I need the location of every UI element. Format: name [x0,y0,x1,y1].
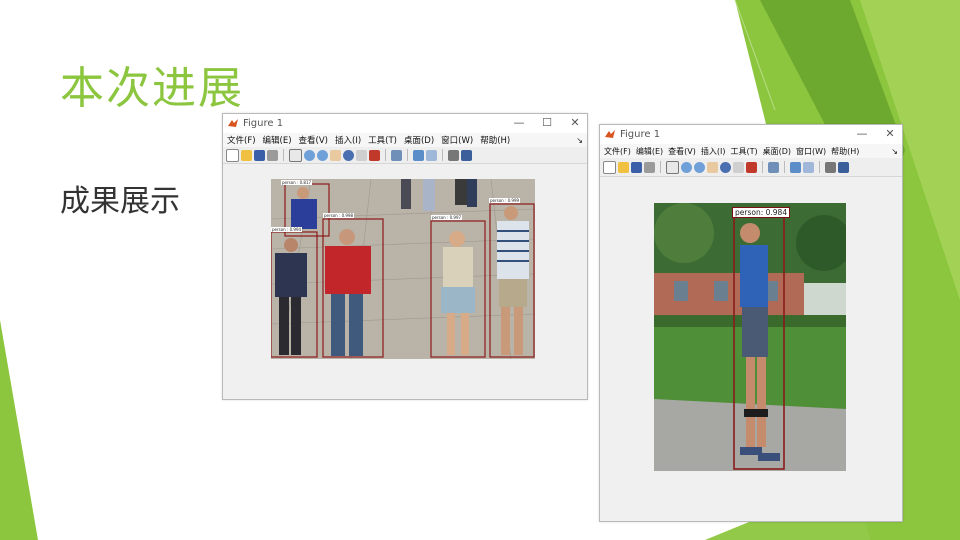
menu-overflow-arrow[interactable]: ↘ [576,136,583,145]
brush-icon[interactable] [369,149,380,161]
toolbar-separator [283,149,284,161]
menu-view[interactable]: 查看(V) [668,146,696,157]
show-plot-tools-icon[interactable] [461,149,472,161]
menu-file[interactable]: 文件(F) [227,134,256,146]
menu-help[interactable]: 帮助(H) [480,134,510,146]
menu-desktop[interactable]: 桌面(D) [404,134,434,146]
toolbar-separator [660,161,661,173]
hide-plot-tools-icon[interactable] [825,161,836,173]
figure-window-1[interactable]: Figure 1 — ☐ ✕ 文件(F) 编辑(E) 查看(V) 插入(I) 工… [222,113,588,400]
window-titlebar[interactable]: Figure 1 — ✕ [600,125,902,144]
figure-window-2[interactable]: Figure 1 — ✕ 文件(F) 编辑(E) 查看(V) 插入(I) 工具(… [599,124,903,522]
matlab-icon [228,119,238,127]
figure-toolbar [600,158,902,177]
deco-triangle-bottom-left [0,320,38,540]
zoom-in-icon[interactable] [681,161,692,173]
detection-label: person : 0.998 [323,213,355,218]
menu-tools[interactable]: 工具(T) [730,146,757,157]
menu-desktop[interactable]: 桌面(D) [763,146,791,157]
pointer-icon[interactable] [666,160,679,174]
close-button[interactable]: ✕ [569,116,581,129]
menu-edit[interactable]: 编辑(E) [263,134,292,146]
zoom-out-icon[interactable] [317,149,328,161]
toolbar-separator [819,161,820,173]
save-icon[interactable] [254,149,265,161]
legend-icon[interactable] [803,161,814,173]
pan-hand-icon[interactable] [707,161,718,173]
pan-hand-icon[interactable] [330,149,341,161]
slide-title: 本次进展 [60,63,244,114]
colorbar-icon[interactable] [790,161,801,173]
maximize-button[interactable]: ☐ [541,116,553,129]
figure-toolbar [223,147,587,164]
menu-window[interactable]: 窗口(W) [441,134,473,146]
data-cursor-icon[interactable] [356,149,367,161]
menu-view[interactable]: 查看(V) [299,134,328,146]
detection-photo [654,203,846,471]
window-titlebar[interactable]: Figure 1 — ☐ ✕ [223,114,587,133]
toolbar-separator [442,149,443,161]
menu-edit[interactable]: 编辑(E) [636,146,663,157]
menu-help[interactable]: 帮助(H) [831,146,859,157]
open-folder-icon[interactable] [618,161,629,173]
rotate-3d-icon[interactable] [720,161,731,173]
slide-subtitle: 成果展示 [60,184,180,219]
save-icon[interactable] [631,161,642,173]
toolbar-separator [407,149,408,161]
show-plot-tools-icon[interactable] [838,161,849,173]
menu-bar: 文件(F) 编辑(E) 查看(V) 插入(I) 工具(T) 桌面(D) 窗口(W… [223,133,587,147]
figure-axes-image[interactable]: person : 0.817 person : 0.998 person : 0… [271,179,535,359]
matlab-icon [605,130,615,138]
minimize-button[interactable]: — [513,116,525,129]
menu-insert[interactable]: 插入(I) [701,146,726,157]
detection-label: person : 0.997 [431,215,463,220]
toolbar-separator [784,161,785,173]
menu-tools[interactable]: 工具(T) [368,134,397,146]
brush-icon[interactable] [746,161,757,173]
toolbar-separator [385,149,386,161]
zoom-out-icon[interactable] [694,161,705,173]
detection-label: person: 0.984 [732,207,791,218]
menu-insert[interactable]: 插入(I) [335,134,361,146]
print-icon[interactable] [267,149,278,161]
toolbar-separator [762,161,763,173]
menu-window[interactable]: 窗口(W) [796,146,826,157]
rotate-3d-icon[interactable] [343,149,354,161]
detection-label: person : 0.994 [271,227,303,232]
minimize-button[interactable]: — [856,127,868,140]
detection-label: person : 0.999 [489,198,521,203]
link-icon[interactable] [768,161,779,173]
close-button[interactable]: ✕ [884,127,896,140]
open-folder-icon[interactable] [241,149,252,161]
hide-plot-tools-icon[interactable] [448,149,459,161]
menu-file[interactable]: 文件(F) [604,146,631,157]
window-title: Figure 1 [620,129,661,140]
zoom-in-icon[interactable] [304,149,315,161]
figure-axes-image[interactable]: person: 0.984 [654,203,846,471]
menu-overflow-arrow[interactable]: ↘ [891,147,898,156]
detection-photo [271,179,535,359]
link-icon[interactable] [391,149,402,161]
menu-bar: 文件(F) 编辑(E) 查看(V) 插入(I) 工具(T) 桌面(D) 窗口(W… [600,144,902,158]
window-title: Figure 1 [243,118,284,129]
pointer-icon[interactable] [289,148,302,162]
colorbar-icon[interactable] [413,149,424,161]
print-icon[interactable] [644,161,655,173]
detection-label: person : 0.817 [281,180,313,185]
legend-icon[interactable] [426,149,437,161]
new-file-icon[interactable] [226,148,239,162]
data-cursor-icon[interactable] [733,161,744,173]
new-file-icon[interactable] [603,160,616,174]
